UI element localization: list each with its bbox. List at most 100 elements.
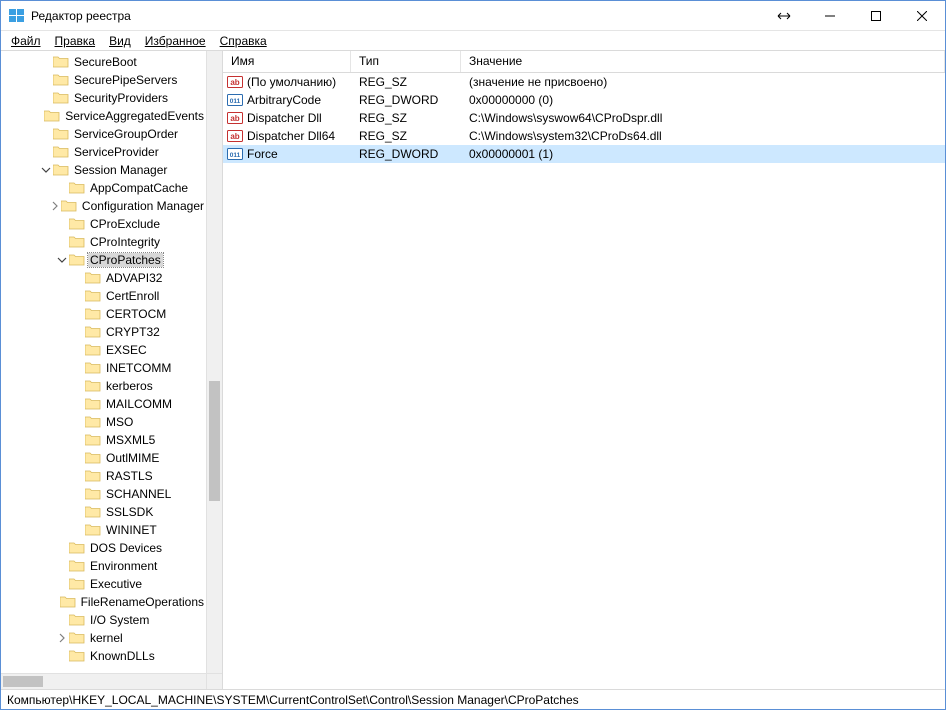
folder-icon xyxy=(69,631,85,645)
titlebar: Редактор реестра xyxy=(1,1,945,31)
tree-node[interactable]: FileRenameOperations xyxy=(1,593,206,611)
tree-node[interactable]: SSLSDK xyxy=(1,503,206,521)
tree-node[interactable]: WININET xyxy=(1,521,206,539)
values-header: Имя Тип Значение xyxy=(223,51,945,73)
menu-view[interactable]: Вид xyxy=(109,34,131,48)
chevron-right-icon[interactable] xyxy=(55,633,69,643)
statusbar: Компьютер\HKEY_LOCAL_MACHINE\SYSTEM\Curr… xyxy=(1,689,945,709)
tree-node[interactable]: Session Manager xyxy=(1,161,206,179)
tree-node-label: AppCompatCache xyxy=(88,181,190,195)
tree-node[interactable]: SecurityProviders xyxy=(1,89,206,107)
string-value-icon: ab xyxy=(227,110,243,126)
tree-node[interactable]: kernel xyxy=(1,629,206,647)
svg-text:ab: ab xyxy=(230,114,239,123)
tree-node[interactable]: Configuration Manager xyxy=(1,197,206,215)
tree-node[interactable]: Executive xyxy=(1,575,206,593)
tree-node[interactable]: CProPatches xyxy=(1,251,206,269)
tree-node[interactable]: kerberos xyxy=(1,377,206,395)
tree-node[interactable]: MSO xyxy=(1,413,206,431)
column-type[interactable]: Тип xyxy=(351,51,461,72)
folder-icon xyxy=(53,91,69,105)
tree-node-label: Executive xyxy=(88,577,144,591)
folder-icon xyxy=(69,613,85,627)
values-list[interactable]: ab(По умолчанию)REG_SZ(значение не присв… xyxy=(223,73,945,689)
tree-node[interactable]: ServiceGroupOrder xyxy=(1,125,206,143)
tree-node-label: SCHANNEL xyxy=(104,487,173,501)
tree-node[interactable]: CProExclude xyxy=(1,215,206,233)
menu-edit[interactable]: Правка xyxy=(55,34,96,48)
tree-node[interactable]: CProIntegrity xyxy=(1,233,206,251)
tree-node[interactable]: SecureBoot xyxy=(1,53,206,71)
tree-node-label: EXSEC xyxy=(104,343,149,357)
menu-help[interactable]: Справка xyxy=(220,34,267,48)
value-data: C:\Windows\system32\CProDs64.dll xyxy=(461,129,945,143)
value-row[interactable]: 011ForceREG_DWORD0x00000001 (1) xyxy=(223,145,945,163)
tree-node-label: MAILCOMM xyxy=(104,397,174,411)
folder-icon xyxy=(53,55,69,69)
registry-tree[interactable]: SecureBoot SecurePipeServers SecurityProvi… xyxy=(1,51,206,673)
svg-text:ab: ab xyxy=(230,78,239,87)
tree-node-label: ServiceProvider xyxy=(72,145,161,159)
minimize-button[interactable] xyxy=(807,1,853,30)
value-name: ArbitraryCode xyxy=(247,93,321,107)
resize-indicator-icon xyxy=(761,9,807,23)
folder-icon xyxy=(85,505,101,519)
folder-icon xyxy=(85,271,101,285)
tree-node[interactable]: EXSEC xyxy=(1,341,206,359)
folder-icon xyxy=(85,523,101,537)
tree-node[interactable]: MSXML5 xyxy=(1,431,206,449)
tree-node[interactable]: MAILCOMM xyxy=(1,395,206,413)
tree-node[interactable]: DOS Devices xyxy=(1,539,206,557)
chevron-down-icon[interactable] xyxy=(39,165,53,175)
tree-node-label: KnownDLLs xyxy=(88,649,157,663)
folder-icon xyxy=(85,343,101,357)
tree-node[interactable]: ServiceProvider xyxy=(1,143,206,161)
chevron-down-icon[interactable] xyxy=(55,255,69,265)
tree-node[interactable]: KnownDLLs xyxy=(1,647,206,665)
tree-node[interactable]: Environment xyxy=(1,557,206,575)
tree-node[interactable]: RASTLS xyxy=(1,467,206,485)
tree-node[interactable]: CRYPT32 xyxy=(1,323,206,341)
binary-value-icon: 011 xyxy=(227,92,243,108)
tree-node[interactable]: SCHANNEL xyxy=(1,485,206,503)
folder-icon xyxy=(85,361,101,375)
tree-vertical-scrollbar[interactable] xyxy=(206,51,222,673)
tree-node[interactable]: ADVAPI32 xyxy=(1,269,206,287)
tree-node[interactable]: I/O System xyxy=(1,611,206,629)
binary-value-icon: 011 xyxy=(227,146,243,162)
value-row[interactable]: abDispatcher DllREG_SZC:\Windows\syswow6… xyxy=(223,109,945,127)
folder-icon xyxy=(69,181,85,195)
tree-node[interactable]: ServiceAggregatedEvents xyxy=(1,107,206,125)
folder-icon xyxy=(85,325,101,339)
folder-icon xyxy=(85,415,101,429)
close-button[interactable] xyxy=(899,1,945,30)
tree-node-label: WININET xyxy=(104,523,159,537)
folder-icon xyxy=(53,73,69,87)
tree-node[interactable]: OutlMIME xyxy=(1,449,206,467)
tree-node-label: kerberos xyxy=(104,379,155,393)
folder-icon xyxy=(44,109,60,123)
tree-node[interactable]: INETCOMM xyxy=(1,359,206,377)
tree-node[interactable]: CERTOCM xyxy=(1,305,206,323)
maximize-button[interactable] xyxy=(853,1,899,30)
tree-node[interactable]: AppCompatCache xyxy=(1,179,206,197)
menu-file[interactable]: Файл xyxy=(11,34,41,48)
column-name[interactable]: Имя xyxy=(223,51,351,72)
value-type: REG_SZ xyxy=(351,129,461,143)
value-row[interactable]: ab(По умолчанию)REG_SZ(значение не присв… xyxy=(223,73,945,91)
value-row[interactable]: 011ArbitraryCodeREG_DWORD0x00000000 (0) xyxy=(223,91,945,109)
tree-node-label: SecurePipeServers xyxy=(72,73,179,87)
menu-favorites[interactable]: Избранное xyxy=(145,34,206,48)
tree-node[interactable]: CertEnroll xyxy=(1,287,206,305)
value-data: (значение не присвоено) xyxy=(461,75,945,89)
folder-icon xyxy=(60,595,76,609)
value-row[interactable]: abDispatcher Dll64REG_SZC:\Windows\syste… xyxy=(223,127,945,145)
column-value[interactable]: Значение xyxy=(461,51,945,72)
tree-node[interactable]: SecurePipeServers xyxy=(1,71,206,89)
values-pane: Имя Тип Значение ab(По умолчанию)REG_SZ(… xyxy=(223,51,945,689)
chevron-right-icon[interactable] xyxy=(49,201,61,211)
folder-icon xyxy=(85,433,101,447)
value-type: REG_SZ xyxy=(351,111,461,125)
tree-node-label: RASTLS xyxy=(104,469,155,483)
tree-horizontal-scrollbar[interactable] xyxy=(1,673,206,689)
